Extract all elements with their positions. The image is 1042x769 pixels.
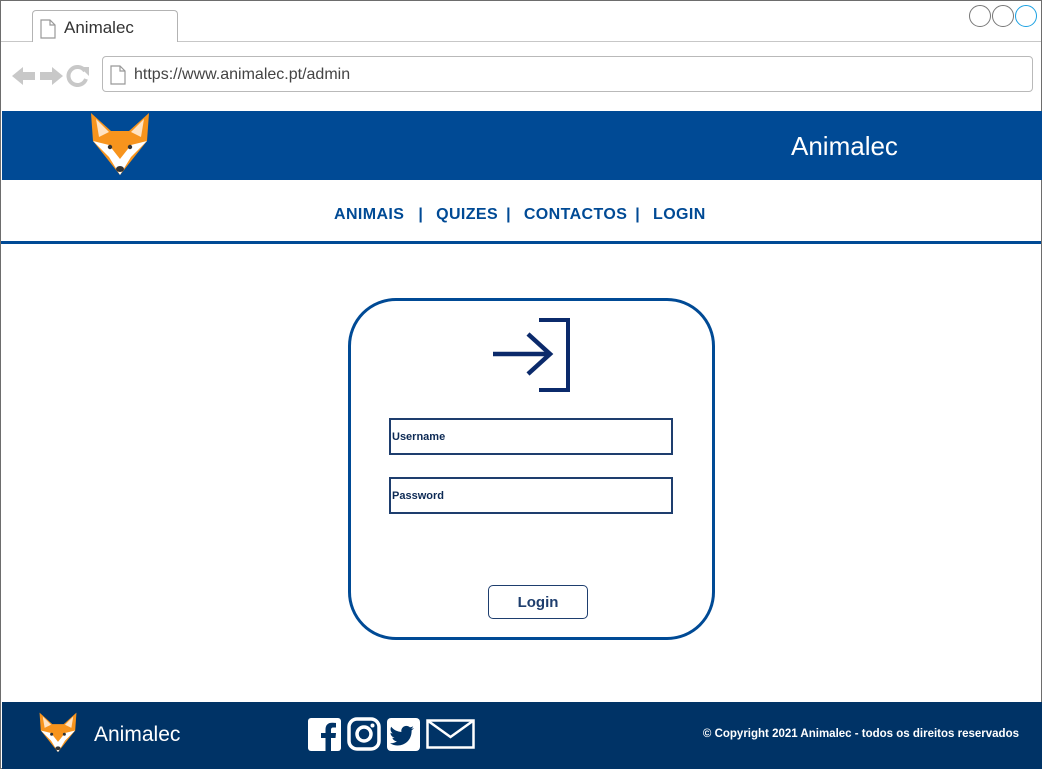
menu-separator: | [635, 206, 641, 223]
back-arrow-icon[interactable] [12, 66, 36, 91]
menu-item-quizes[interactable]: QUIZES [436, 206, 498, 223]
fox-logo-icon[interactable] [87, 111, 153, 184]
menu-items: ANIMAIS | QUIZES | CONTACTOS | LOGIN [334, 206, 706, 224]
tab-title: Animalec [64, 18, 134, 37]
url-text: https://www.animalec.pt/admin [134, 66, 351, 83]
social-links [308, 717, 475, 756]
password-input[interactable] [391, 479, 671, 512]
page-icon [110, 65, 126, 90]
footer-brand: Animalec [94, 723, 181, 746]
forward-arrow-icon[interactable] [39, 66, 63, 91]
menu-separator: | [506, 206, 511, 223]
nav-buttons [12, 65, 90, 92]
maximize-button[interactable] [992, 5, 1014, 27]
page-icon [40, 19, 56, 44]
username-input[interactable] [391, 420, 671, 453]
twitter-icon[interactable] [387, 717, 420, 756]
site-footer: Animalec © Copyright 2021 Animalec - tod… [2, 702, 1042, 769]
site-header: Animalec [2, 111, 1042, 180]
menu-item-animais[interactable]: ANIMAIS [334, 206, 404, 223]
instagram-icon[interactable] [347, 717, 381, 756]
username-field[interactable] [389, 418, 673, 455]
login-button[interactable]: Login [488, 585, 588, 619]
window-controls [969, 5, 1037, 27]
minimize-button[interactable] [969, 5, 991, 27]
facebook-icon[interactable] [308, 717, 341, 756]
menu-item-login[interactable]: LOGIN [653, 206, 706, 223]
navigation-bar: https://www.animalec.pt/admin [1, 42, 1041, 110]
copyright-text: © Copyright 2021 Animalec - todos os dir… [702, 728, 1019, 740]
reload-icon[interactable] [66, 65, 90, 92]
main-menu: ANIMAIS | QUIZES | CONTACTOS | LOGIN [1, 180, 1041, 244]
login-arrow-icon [491, 317, 573, 398]
menu-item-contactos[interactable]: CONTACTOS [524, 206, 627, 223]
close-button[interactable] [1015, 5, 1037, 27]
browser-window: Animalec https://www.animalec.pt/admin A… [0, 0, 1042, 769]
address-bar[interactable]: https://www.animalec.pt/admin [102, 56, 1033, 92]
password-field[interactable] [389, 477, 673, 514]
login-card: Login [348, 298, 715, 640]
tab-bar: Animalec [1, 1, 1041, 42]
browser-tab[interactable]: Animalec [32, 10, 178, 42]
mail-icon[interactable] [426, 719, 475, 754]
fox-logo-icon [37, 711, 79, 760]
site-brand: Animalec [791, 131, 898, 161]
menu-separator: | [418, 206, 424, 223]
